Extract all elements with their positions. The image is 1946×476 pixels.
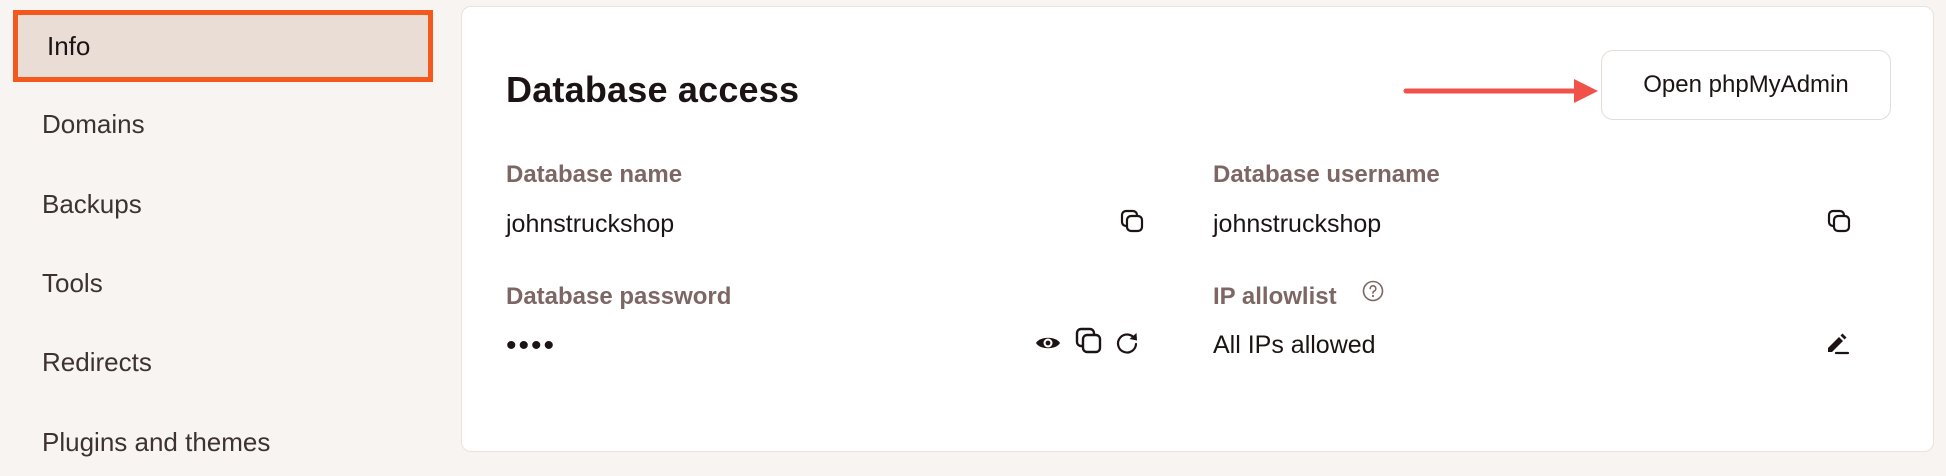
copy-db-username-button[interactable] (1821, 203, 1857, 239)
db-password-value: •••• (506, 329, 557, 362)
page-title: Database access (506, 69, 800, 110)
sidebar-item-tools[interactable]: Tools (14, 249, 430, 317)
sidebar-item-label: Domains (42, 108, 145, 139)
eye-icon (1036, 337, 1060, 349)
db-username-value: johnstruckshop (1213, 210, 1382, 238)
copy-password-button[interactable] (1071, 323, 1107, 359)
ip-allowlist-label: IP allowlist (1213, 283, 1337, 310)
edit-ip-allowlist-button[interactable] (1819, 325, 1855, 361)
sidebar-item-label: Redirects (42, 346, 152, 377)
sidebar-item-backups[interactable]: Backups (14, 170, 430, 238)
sidebar-item-label: Tools (42, 267, 103, 298)
db-name-value: johnstruckshop (506, 210, 675, 238)
db-password-label: Database password (506, 283, 732, 310)
help-icon[interactable] (1361, 279, 1385, 303)
ip-allowlist-value: All IPs allowed (1213, 331, 1376, 359)
sidebar-item-label: Info (47, 30, 91, 61)
show-password-button[interactable] (1030, 325, 1066, 361)
copy-db-name-button[interactable] (1114, 203, 1150, 239)
sidebar-item-plugins-and-themes[interactable]: Plugins and themes (14, 408, 430, 476)
open-phpmyadmin-button[interactable]: Open phpMyAdmin (1601, 50, 1891, 120)
db-name-label: Database name (506, 161, 683, 188)
refresh-icon (1116, 333, 1138, 354)
copy-icon (1827, 209, 1851, 233)
sidebar-item-domains[interactable]: Domains (14, 90, 430, 158)
copy-icon (1075, 327, 1102, 354)
database-access-card: Database access Open phpMyAdmin Database… (461, 6, 1934, 452)
sidebar-item-label: Plugins and themes (42, 426, 271, 457)
sidebar: Info Domains Backups Tools Redirects Plu… (0, 0, 440, 464)
sidebar-item-info[interactable]: Info (13, 10, 433, 82)
edit-icon (1828, 333, 1850, 355)
regenerate-password-button[interactable] (1109, 325, 1145, 361)
sidebar-item-redirects[interactable]: Redirects (14, 328, 430, 396)
annotation-arrow (1403, 79, 1598, 103)
db-username-label: Database username (1213, 161, 1440, 188)
copy-icon (1120, 209, 1144, 233)
sidebar-item-label: Backups (42, 188, 142, 219)
